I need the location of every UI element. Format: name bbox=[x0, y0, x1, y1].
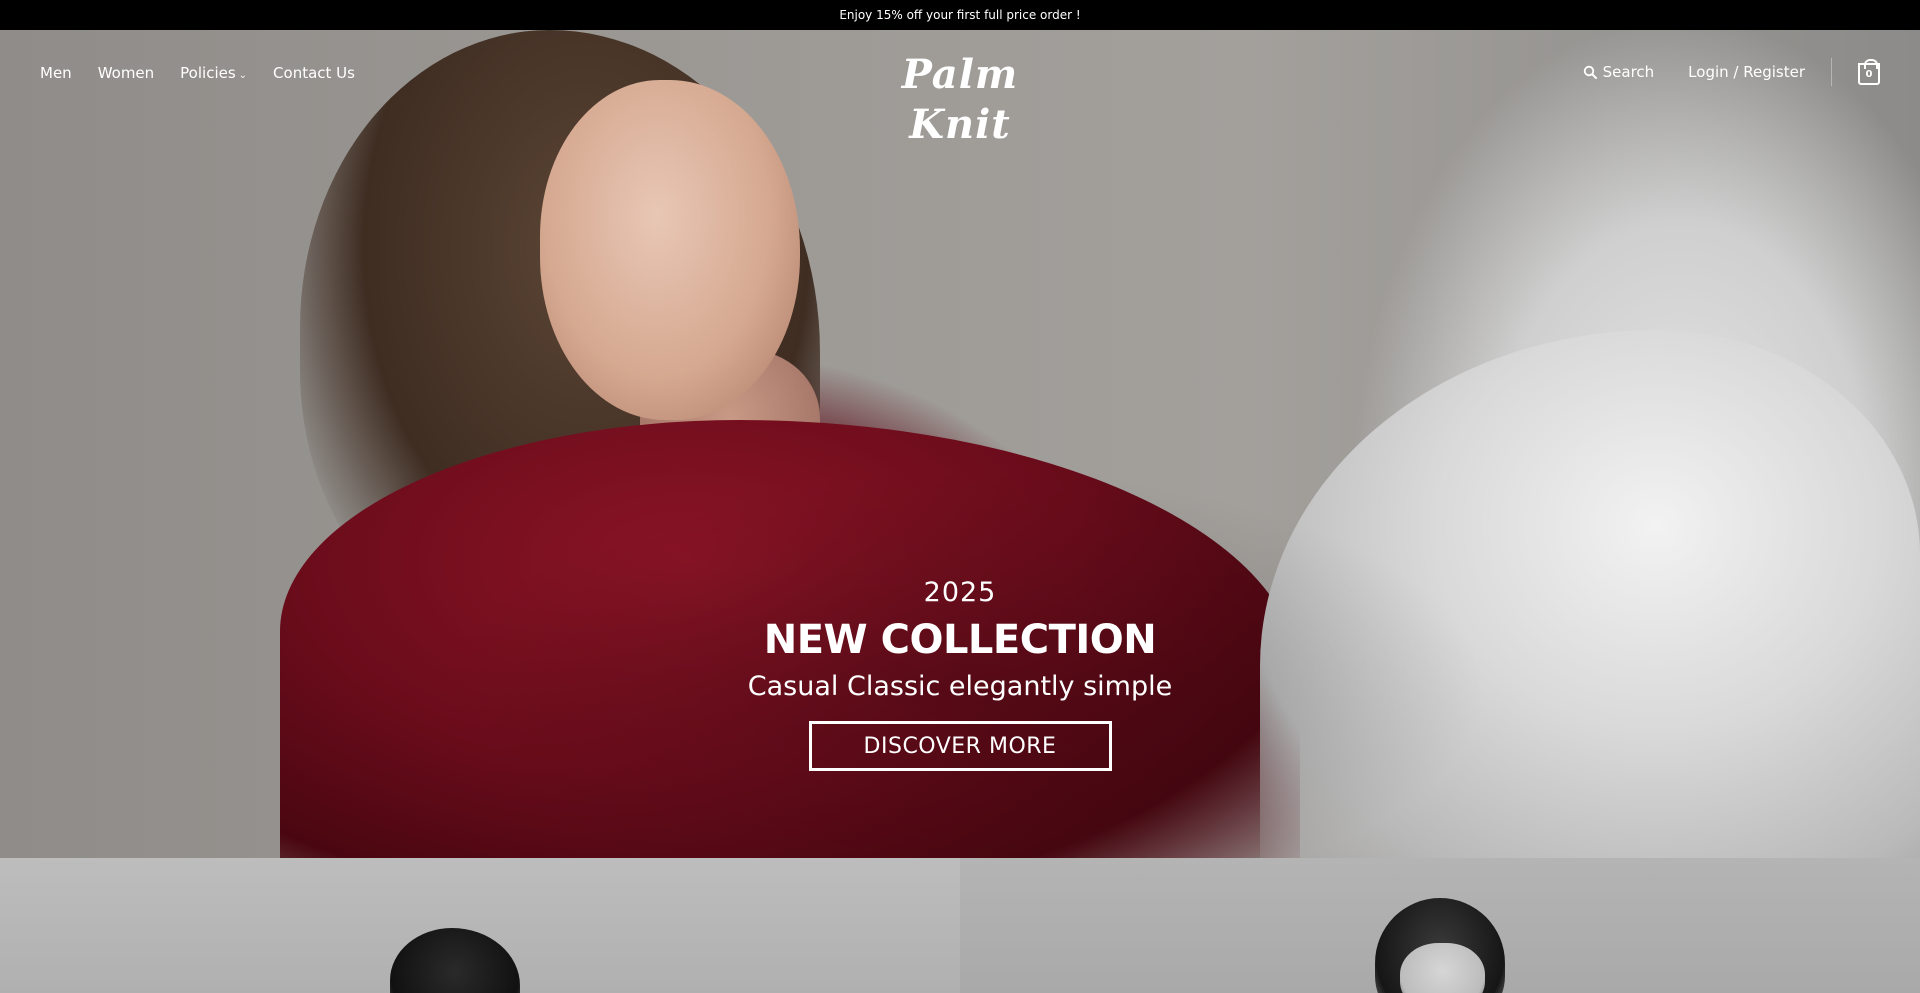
main-header: Men Women Policies ⌄ Contact Us Palm Knit… bbox=[0, 30, 1920, 148]
category-banner-women[interactable] bbox=[960, 858, 1920, 993]
men-model-head bbox=[390, 928, 520, 993]
discover-more-button[interactable]: DISCOVER MORE bbox=[808, 721, 1112, 771]
hero-subtitle: Casual Classic elegantly simple bbox=[747, 671, 1173, 702]
header-actions: Search Login / Register 0 bbox=[1583, 58, 1880, 86]
cart-button[interactable]: 0 bbox=[1858, 59, 1880, 85]
hero-year: 2025 bbox=[923, 577, 997, 608]
shopping-bag-icon bbox=[1864, 59, 1878, 69]
nav-link-women[interactable]: Women bbox=[98, 64, 154, 82]
site-logo[interactable]: Palm Knit bbox=[858, 50, 1062, 148]
hero-title: NEW COLLECTION bbox=[763, 617, 1157, 663]
nav-link-men[interactable]: Men bbox=[40, 64, 72, 82]
search-icon bbox=[1583, 65, 1597, 79]
primary-nav: Men Women Policies ⌄ Contact Us bbox=[40, 64, 355, 82]
announcement-text: Enjoy 15% off your first full price orde… bbox=[839, 8, 1081, 22]
announcement-bar: Enjoy 15% off your first full price orde… bbox=[0, 0, 1920, 30]
nav-link-policies-label: Policies bbox=[180, 64, 236, 82]
chevron-down-icon: ⌄ bbox=[238, 70, 248, 81]
nav-link-policies[interactable]: Policies ⌄ bbox=[180, 64, 247, 82]
nav-link-contact-us[interactable]: Contact Us bbox=[273, 64, 355, 82]
women-model-face bbox=[1400, 943, 1485, 993]
search-button[interactable]: Search bbox=[1583, 63, 1655, 81]
header-divider bbox=[1831, 58, 1832, 86]
login-register-link[interactable]: Login / Register bbox=[1688, 63, 1805, 81]
search-label: Search bbox=[1602, 63, 1655, 81]
category-banner-men[interactable] bbox=[0, 858, 960, 993]
hero-content: 2025 NEW COLLECTION Casual Classic elega… bbox=[660, 575, 1260, 771]
